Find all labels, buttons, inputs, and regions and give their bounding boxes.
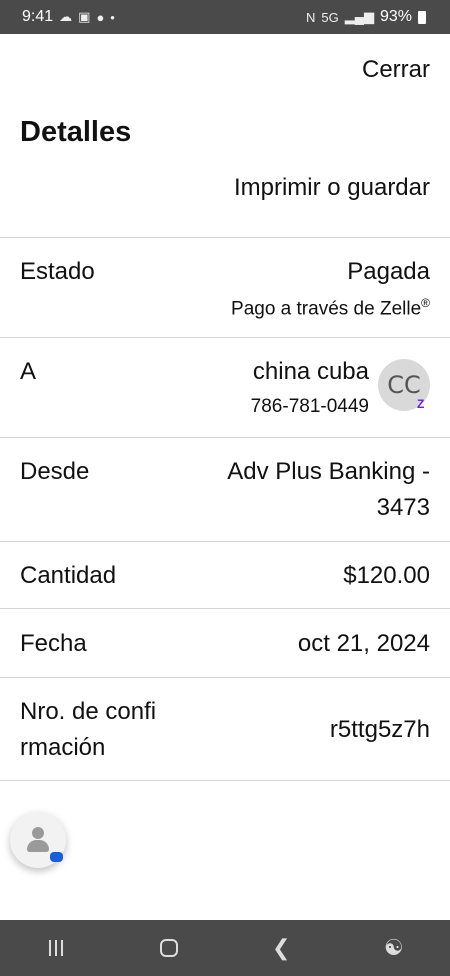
confirmation-label-line2: rmación [20,734,106,761]
from-account-line1: Adv Plus Banking - [227,458,430,485]
chat-icon: ● [96,9,105,25]
registered-mark: ® [421,296,430,310]
status-label: Estado [20,258,95,285]
signal-icon: ▂▄▆ [344,9,374,24]
amount-label: Cantidad [20,562,117,589]
home-icon [159,939,178,957]
nfc-icon: N [306,9,316,25]
amount-value: $120.00 [343,562,430,589]
from-label: Desde [20,458,90,485]
recents-icon[interactable] [26,920,86,976]
battery-icon [418,10,426,24]
accessibility-icon[interactable]: ☯ [364,920,424,976]
print-save-button[interactable]: Imprimir o guardar [234,174,430,202]
confirmation-label-line1: Nro. de confi [20,698,157,725]
status-bar: 9:41 ☁ ▣ ● • N 5G ▂▄▆ 93% [0,0,450,34]
cloud-icon: ☁ [59,9,73,24]
recipient-label: A [20,358,37,385]
recipient-phone: 786-781-0449 [250,396,369,417]
divider [0,677,450,678]
dot-icon: • [110,9,115,25]
divider [0,780,450,781]
home-button[interactable] [139,920,199,976]
close-button[interactable]: Cerrar [362,56,430,84]
page-title: Detalles [20,116,132,148]
divider [0,337,450,338]
from-account-line2: 3473 [376,494,430,521]
divider [0,437,450,438]
date-label: Fecha [20,630,87,657]
person-icon [25,826,51,854]
chat-bubble-icon [50,852,63,862]
payment-method-text: Pago a través de Zelle [231,298,422,320]
divider [0,608,450,609]
divider [0,541,450,542]
zelle-icon: Z [417,397,425,411]
payment-method-note: Pago a través de Zelle® [231,296,430,320]
recipient-name: china cuba [252,358,369,385]
battery-percent: 93% [379,8,412,25]
date-value: oct 21, 2024 [297,630,430,657]
confirmation-number: r5ttg5z7h [329,716,430,743]
divider [0,237,450,238]
network-label: 5G [321,9,339,25]
back-icon[interactable]: ❮ [251,920,311,976]
clock: 9:41 [22,8,54,25]
system-nav-bar: ❮ ☯ [0,920,450,976]
image-icon: ▣ [78,9,91,24]
status-value: Pagada [347,258,430,285]
